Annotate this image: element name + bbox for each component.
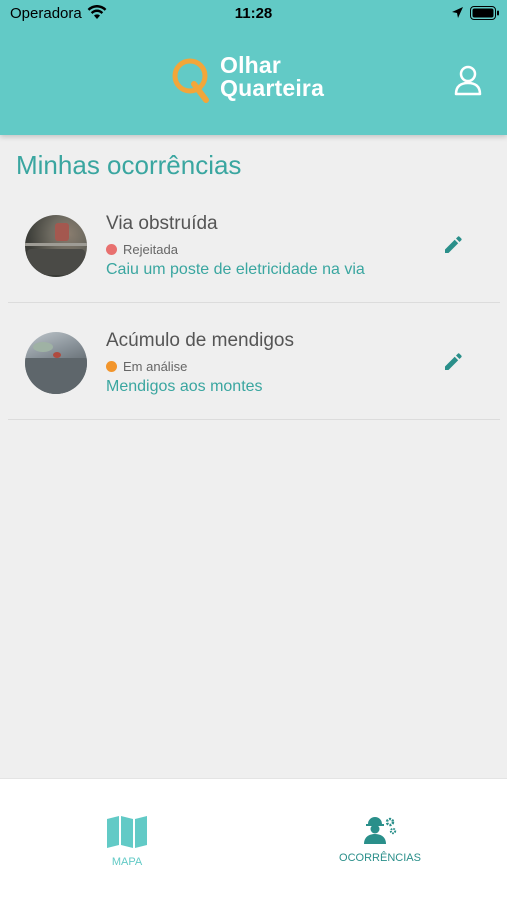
logo-line-1: Olhar: [220, 52, 282, 78]
user-profile-icon[interactable]: [454, 65, 482, 96]
tab-occurrences[interactable]: OCORRÊNCIAS: [300, 815, 460, 864]
status-badge: Rejeitada: [106, 242, 178, 257]
occurrence-photo: [25, 332, 87, 394]
logo-text: Olhar Quarteira: [220, 54, 324, 100]
status-dot: [106, 361, 117, 372]
location-arrow-icon: [452, 7, 463, 18]
occurrence-item[interactable]: Acúmulo de mendigos Em análise Mendigos …: [8, 317, 500, 420]
occurrence-title: Via obstruída: [106, 213, 218, 234]
status-label: Rejeitada: [123, 242, 178, 257]
status-badge: Em análise: [106, 359, 187, 374]
tab-map-label: MAPA: [111, 856, 143, 868]
occurrence-description: Mendigos aos montes: [106, 378, 263, 395]
occurrence-item[interactable]: Via obstruída Rejeitada Caiu um poste de…: [8, 200, 500, 303]
battery-icon: [470, 6, 499, 20]
occurrence-title: Acúmulo de mendigos: [106, 330, 294, 351]
occurrence-list: Via obstruída Rejeitada Caiu um poste de…: [8, 200, 500, 434]
tab-occurrences-label: OCORRÊNCIAS: [339, 852, 421, 864]
logo-line-2: Quarteira: [220, 75, 325, 101]
occurrence-description: Caiu um poste de eletricidade na via: [106, 261, 365, 278]
clock: 11:28: [234, 5, 273, 22]
status-dot: [106, 244, 117, 255]
map-icon: [107, 816, 147, 848]
occurrence-photo: [25, 215, 87, 277]
status-label: Em análise: [123, 359, 188, 374]
worker-gear-icon: [364, 817, 397, 844]
logo-mark-icon: [172, 58, 209, 103]
edit-pencil-icon[interactable]: [443, 235, 463, 255]
app-header: Operadora 11:28 Olhar Quarteira: [0, 0, 507, 135]
page-title: Minhas ocorrências: [16, 150, 242, 180]
status-bar: Operadora 11:28: [0, 0, 507, 28]
app-logo: Olhar Quarteira: [170, 54, 345, 106]
tab-bar: MAPA OCORRÊNCIAS: [0, 778, 507, 900]
tab-map[interactable]: MAPA: [47, 815, 207, 868]
edit-pencil-icon[interactable]: [443, 352, 463, 372]
